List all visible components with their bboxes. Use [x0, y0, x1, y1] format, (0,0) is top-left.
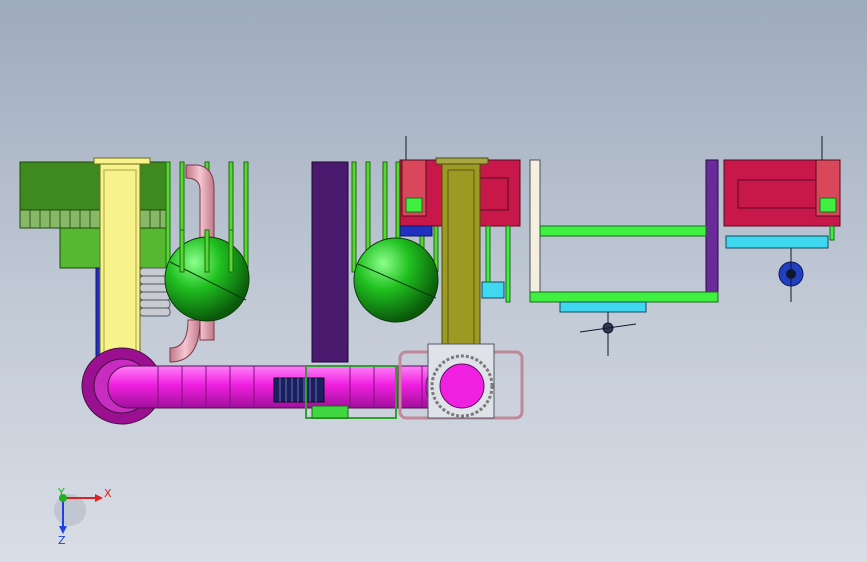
left-green-block [19, 161, 169, 359]
x-axis-label: X [104, 487, 112, 500]
right-frame-assembly [529, 159, 719, 356]
coordinate-triad [54, 494, 103, 534]
cyan-bracket-center [481, 225, 511, 303]
crimson-cabinet-right [723, 136, 841, 302]
z-axis-label: Z [58, 534, 66, 547]
assembly-drawing [19, 136, 841, 534]
green-skid [311, 405, 349, 419]
cad-viewport[interactable]: X Y Z [0, 0, 867, 562]
y-axis-label: Y [58, 486, 65, 499]
purple-column [311, 161, 349, 363]
dark-coil-section [273, 377, 325, 403]
right-green-sphere [353, 237, 439, 323]
olive-column [435, 157, 489, 365]
